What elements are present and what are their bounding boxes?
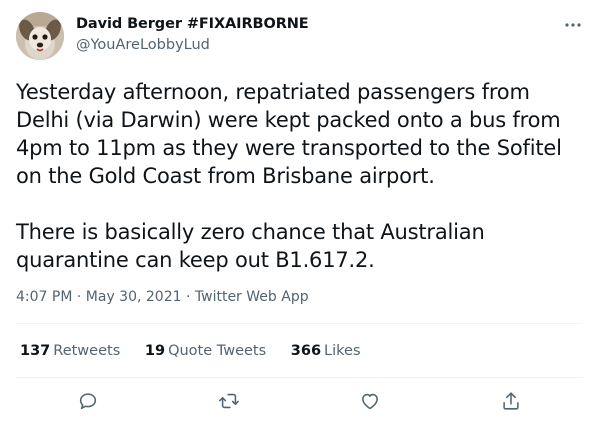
likes-stat[interactable]: 366 Likes [291, 343, 361, 359]
tweet-meta: 4:07 PM · May 30, 2021 · Twitter Web App [16, 289, 309, 305]
tweet-text: Yesterday afternoon, repatriated passeng… [16, 80, 562, 272]
retweets-stat[interactable]: 137 Retweets [20, 343, 120, 359]
tweet-time[interactable]: 4:07 PM [16, 289, 72, 305]
tweet-stats: 137 Retweets 19 Quote Tweets 366 Likes [20, 343, 381, 359]
likes-count: 366 [290, 343, 322, 359]
meta-separator: · [76, 289, 82, 305]
tweet-date[interactable]: May 30, 2021 [86, 289, 182, 305]
retweet-button[interactable] [216, 388, 242, 414]
dog-photo-avatar-icon [16, 12, 64, 60]
share-button[interactable] [498, 388, 524, 414]
quote-tweets-count: 19 [144, 343, 166, 359]
like-button[interactable] [357, 388, 383, 414]
meta-separator: · [185, 289, 191, 305]
retweets-count: 137 [20, 343, 51, 359]
divider [16, 323, 583, 324]
retweets-label: Retweets [53, 343, 121, 359]
reply-icon [79, 393, 97, 410]
like-icon [362, 393, 378, 410]
tweet-source[interactable]: Twitter Web App [195, 289, 309, 305]
reply-button[interactable] [75, 388, 101, 414]
more-horizontal-icon [565, 23, 581, 27]
share-icon [503, 392, 519, 410]
retweet-icon [219, 393, 239, 409]
author-name[interactable]: David Berger #FIXAIRBORNE [76, 16, 309, 32]
author-handle[interactable]: @YouAreLobbyLud [76, 37, 210, 53]
more-options-button[interactable] [565, 14, 581, 30]
likes-label: Likes [324, 343, 361, 359]
avatar[interactable] [16, 12, 64, 60]
quote-tweets-stat[interactable]: 19 Quote Tweets [145, 343, 266, 359]
divider [16, 377, 583, 378]
quote-tweets-label: Quote Tweets [168, 343, 267, 359]
